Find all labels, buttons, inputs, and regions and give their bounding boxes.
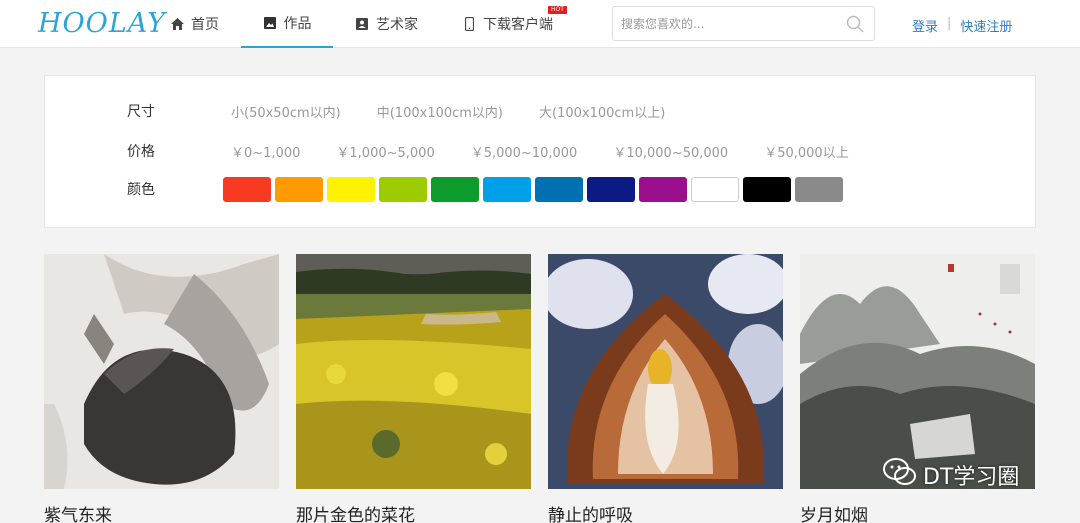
color-swatch[interactable] xyxy=(275,176,323,202)
color-swatch[interactable] xyxy=(327,176,375,202)
search-input[interactable] xyxy=(621,13,841,35)
artwork-card[interactable]: 那片金色的菜花 xyxy=(296,254,531,523)
price-option-4[interactable]: ￥10,000~50,000 xyxy=(613,142,728,161)
color-swatch[interactable] xyxy=(587,176,635,202)
color-swatch[interactable] xyxy=(431,176,479,202)
filter-size-label: 尺寸 xyxy=(127,104,155,120)
image-icon xyxy=(263,16,277,30)
auth-separator: | xyxy=(947,16,952,31)
filter-price-row: 价格 ￥0~1,000 ￥1,000~5,000 ￥5,000~10,000 ￥… xyxy=(127,139,885,163)
nav-download-app[interactable]: 下载客户端 xyxy=(462,0,553,48)
login-link[interactable]: 登录 xyxy=(912,16,938,35)
watermark-text: DT学习圈 xyxy=(923,465,1020,490)
artwork-title[interactable]: 紫气东来 xyxy=(44,501,279,523)
filter-price-label: 价格 xyxy=(127,144,155,160)
wechat-icon xyxy=(883,458,917,492)
color-swatch[interactable] xyxy=(691,176,739,202)
search-box xyxy=(612,6,875,41)
color-swatches xyxy=(223,176,843,202)
filter-size-row: 尺寸 小(50x50cm以内) 中(100x100cm以内) 大(100x100… xyxy=(127,99,701,123)
nav-works[interactable]: 作品 xyxy=(241,0,333,48)
price-option-2[interactable]: ￥1,000~5,000 xyxy=(336,142,434,161)
artwork-image-landscape-ink[interactable] xyxy=(800,254,1035,489)
auth-links: 登录 | 快速注册 xyxy=(912,16,1012,35)
wechat-watermark: DT学习圈 xyxy=(883,458,1019,492)
artwork-image-shell-goldfish[interactable] xyxy=(548,254,783,489)
color-swatch[interactable] xyxy=(223,176,271,202)
artist-card-icon xyxy=(355,17,369,31)
hot-badge: HOT xyxy=(548,6,567,14)
nav-artist-label: 艺术家 xyxy=(376,17,418,33)
artwork-image-ink-buffalo[interactable] xyxy=(44,254,279,489)
artwork-card[interactable]: 紫气东来 xyxy=(44,254,279,523)
color-swatch[interactable] xyxy=(795,176,843,202)
color-swatch[interactable] xyxy=(535,176,583,202)
filter-color-label: 颜色 xyxy=(127,182,155,198)
filter-panel: 尺寸 小(50x50cm以内) 中(100x100cm以内) 大(100x100… xyxy=(44,75,1036,228)
artwork-title[interactable]: 岁月如烟 xyxy=(800,501,1035,523)
artwork-title[interactable]: 静止的呼吸 xyxy=(548,501,783,523)
nav-artist[interactable]: 艺术家 xyxy=(355,0,418,48)
home-icon xyxy=(170,17,184,31)
filter-color-row: 颜色 xyxy=(127,176,843,202)
artwork-title[interactable]: 那片金色的菜花 xyxy=(296,501,531,523)
artwork-card[interactable]: 静止的呼吸 xyxy=(548,254,783,523)
size-option-large[interactable]: 大(100x100cm以上) xyxy=(539,102,665,121)
nav-download-label: 下载客户端 xyxy=(483,17,553,33)
color-swatch[interactable] xyxy=(379,176,427,202)
size-option-medium[interactable]: 中(100x100cm以内) xyxy=(377,102,503,121)
register-link[interactable]: 快速注册 xyxy=(960,16,1012,35)
nav-home[interactable]: 首页 xyxy=(170,0,219,48)
top-header: HOOLAY 首页 作品 艺术家 下载客户端 HOT 登录 | 快速注册 xyxy=(0,0,1080,48)
color-swatch[interactable] xyxy=(639,176,687,202)
phone-icon xyxy=(462,17,476,31)
price-option-1[interactable]: ￥0~1,000 xyxy=(231,142,300,161)
nav-home-label: 首页 xyxy=(191,17,219,33)
price-option-5[interactable]: ￥50,000以上 xyxy=(764,142,849,161)
size-option-small[interactable]: 小(50x50cm以内) xyxy=(231,102,341,121)
artwork-image-rapeseed-field[interactable] xyxy=(296,254,531,489)
color-swatch[interactable] xyxy=(483,176,531,202)
price-option-3[interactable]: ￥5,000~10,000 xyxy=(471,142,578,161)
site-logo[interactable]: HOOLAY xyxy=(38,8,166,39)
nav-works-label: 作品 xyxy=(283,16,312,32)
search-icon[interactable] xyxy=(846,15,864,37)
color-swatch[interactable] xyxy=(743,176,791,202)
